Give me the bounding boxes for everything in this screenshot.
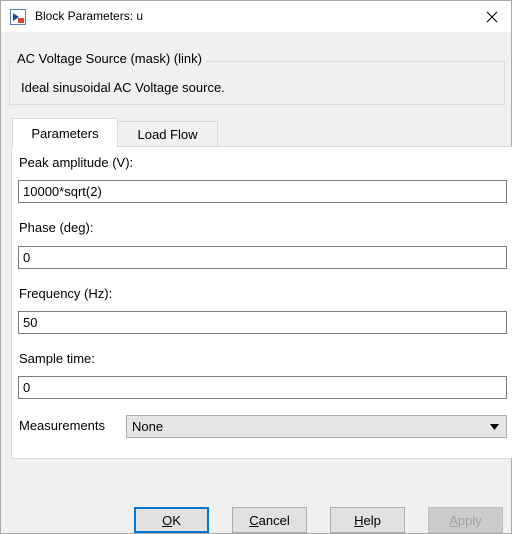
cancel-button-mnemonic: C (249, 512, 259, 528)
frequency-label: Frequency (Hz): (19, 286, 113, 301)
chevron-down-icon (490, 424, 499, 430)
ok-button-mnemonic: O (162, 512, 173, 528)
apply-button-label: pply (457, 512, 482, 528)
frequency-input[interactable] (18, 311, 507, 334)
sample-time-label: Sample time: (19, 351, 95, 366)
peak-amplitude-label: Peak amplitude (V): (19, 155, 134, 170)
help-button-mnemonic: H (354, 512, 364, 528)
tab-parameters[interactable]: Parameters (12, 118, 118, 147)
title-bar: Block Parameters: u (1, 1, 511, 32)
block-name: AC Voltage Source (mask) (link) (13, 51, 206, 66)
phase-input[interactable] (18, 246, 507, 269)
close-icon (486, 11, 498, 22)
apply-button[interactable]: Apply (428, 507, 503, 533)
measurements-select[interactable]: None (126, 415, 507, 438)
cancel-button-label: ancel (258, 512, 290, 528)
measurements-value: None (132, 419, 164, 434)
peak-amplitude-input[interactable] (18, 180, 507, 203)
block-description: Ideal sinusoidal AC Voltage source. (21, 80, 225, 95)
help-button-label: elp (363, 512, 381, 528)
phase-label: Phase (deg): (19, 220, 94, 235)
ok-button-label: K (172, 512, 181, 528)
help-button[interactable]: Help (330, 507, 405, 533)
tab-load-flow[interactable]: Load Flow (118, 121, 218, 148)
measurements-label: Measurements (19, 418, 105, 433)
close-button[interactable] (473, 1, 511, 32)
tab-load-flow-label: Load Flow (137, 127, 198, 142)
simulink-app-icon (10, 9, 26, 25)
window-title: Block Parameters: u (35, 9, 144, 23)
tab-parameters-label: Parameters (31, 125, 99, 141)
apply-button-mnemonic: A (449, 512, 458, 528)
cancel-button[interactable]: Cancel (232, 507, 307, 533)
ok-button[interactable]: OK (134, 507, 209, 533)
sample-time-input[interactable] (18, 376, 507, 399)
block-parameters-dialog: Block Parameters: u AC Voltage Source (m… (0, 0, 512, 534)
